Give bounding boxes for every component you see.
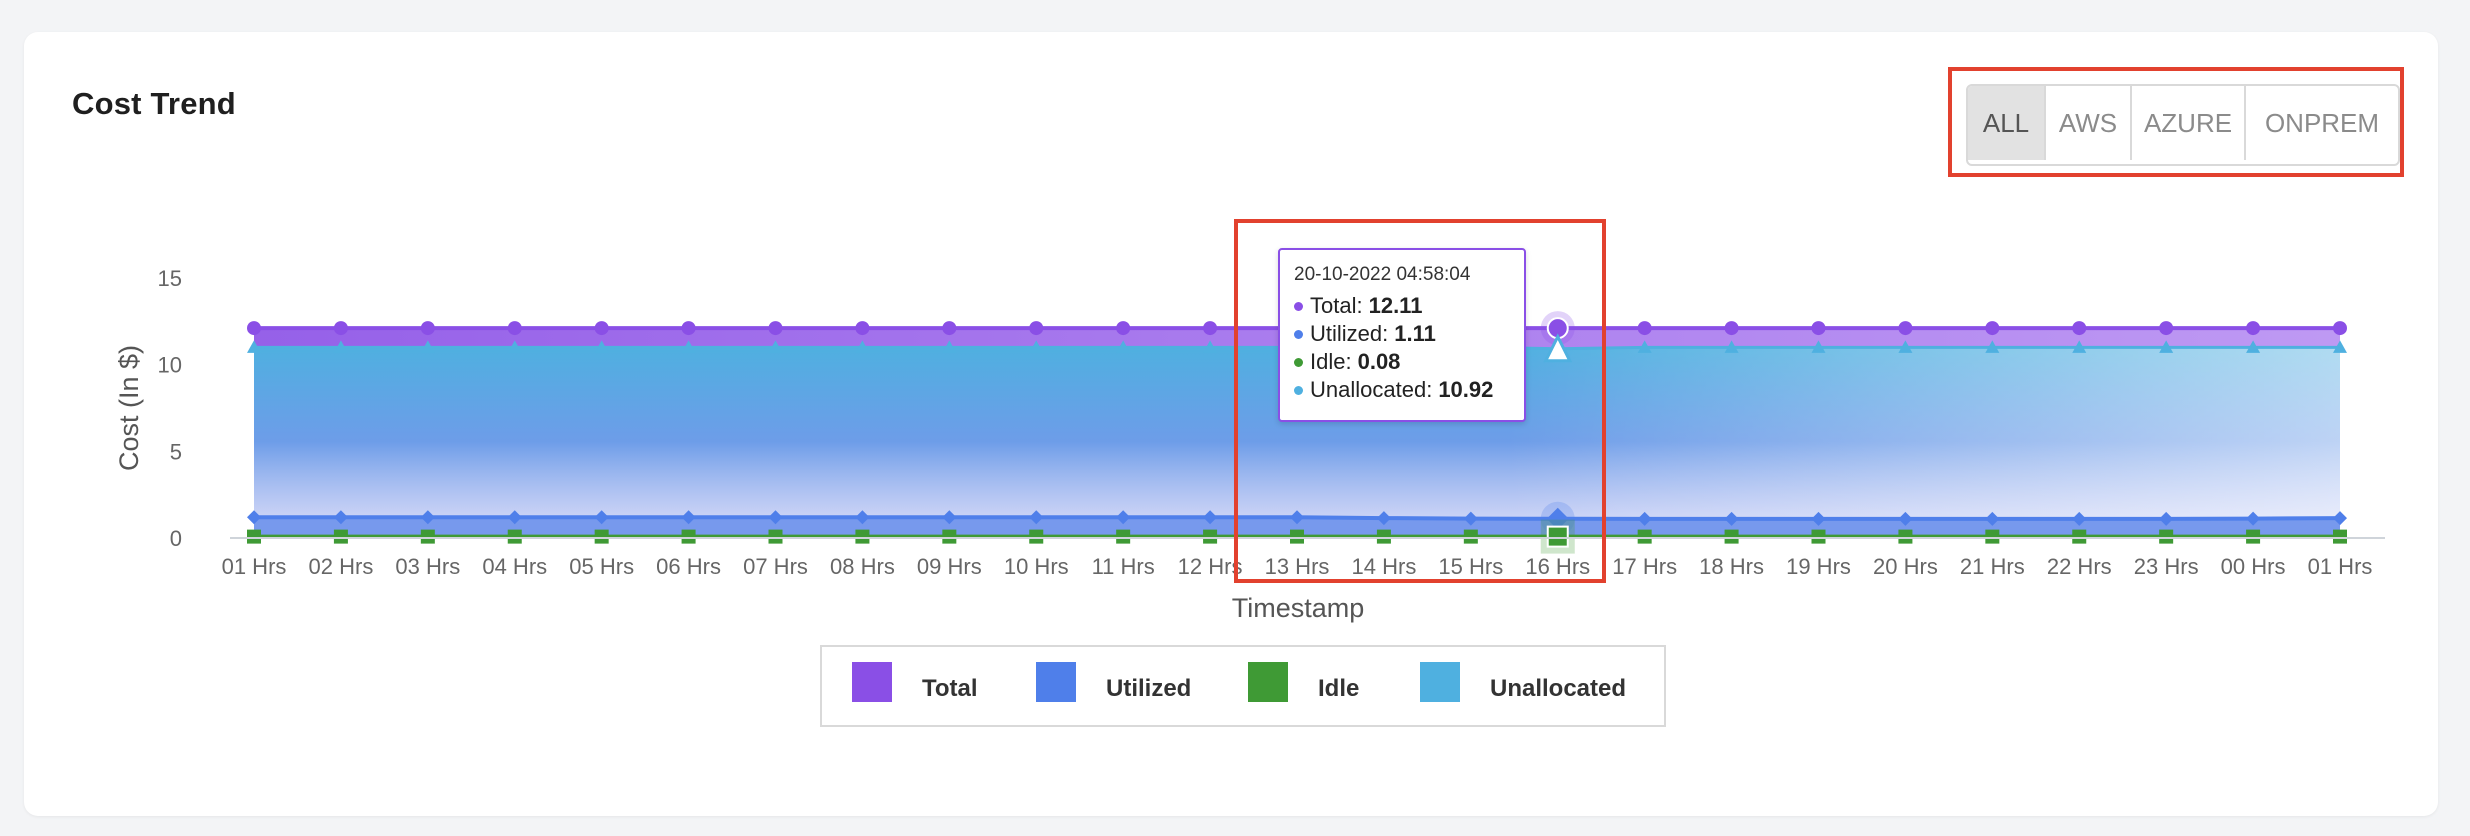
y-tick-label: 5 bbox=[170, 439, 182, 464]
tooltip-highlight-box bbox=[1234, 219, 1606, 583]
legend-label: Idle bbox=[1318, 675, 1360, 702]
utilized-swatch-icon bbox=[1036, 662, 1076, 702]
y-tick-label: 15 bbox=[158, 266, 182, 291]
total-point bbox=[1029, 321, 1044, 336]
total-point bbox=[333, 321, 348, 336]
total-point bbox=[942, 321, 957, 336]
legend-label: Utilized bbox=[1106, 675, 1192, 702]
x-tick-label: 18 Hrs bbox=[1699, 554, 1764, 579]
idle-point bbox=[2072, 529, 2087, 544]
legend-item-unallocated[interactable]: Unallocated bbox=[1420, 661, 1626, 703]
x-tick-label: 23 Hrs bbox=[2134, 554, 2199, 579]
idle-point bbox=[1898, 529, 1913, 544]
x-tick-label: 09 Hrs bbox=[917, 554, 982, 579]
y-axis: 0 5 10 15 bbox=[158, 266, 182, 551]
idle-point bbox=[1029, 529, 1044, 544]
x-tick-label: 11 Hrs bbox=[1092, 554, 1155, 579]
x-tick-label: 06 Hrs bbox=[656, 554, 721, 579]
legend-item-idle[interactable]: Idle bbox=[1248, 661, 1359, 703]
total-point bbox=[681, 321, 696, 336]
x-tick-label: 05 Hrs bbox=[569, 554, 634, 579]
total-point bbox=[1203, 321, 1218, 336]
idle-point bbox=[333, 529, 348, 544]
total-point bbox=[420, 321, 435, 336]
total-point bbox=[2333, 321, 2347, 336]
total-point bbox=[1898, 321, 1913, 336]
legend-label: Unallocated bbox=[1490, 675, 1627, 702]
x-tick-label: 12 Hrs bbox=[1178, 554, 1243, 579]
idle-point bbox=[1203, 529, 1218, 544]
idle-point bbox=[1637, 529, 1652, 544]
total-point bbox=[2246, 321, 2261, 336]
y-axis-title: Cost (In $) bbox=[114, 345, 144, 471]
x-tick-label: 22 Hrs bbox=[2047, 554, 2112, 579]
x-tick-label: 21 Hrs bbox=[1960, 554, 2025, 579]
total-point bbox=[2072, 321, 2087, 336]
y-tick-label: 10 bbox=[158, 353, 182, 378]
idle-point bbox=[594, 529, 609, 544]
idle-point bbox=[855, 529, 870, 544]
legend-item-total[interactable]: Total bbox=[852, 661, 978, 703]
idle-point bbox=[420, 529, 435, 544]
x-tick-label: 19 Hrs bbox=[1786, 554, 1851, 579]
y-tick-label: 0 bbox=[170, 526, 182, 551]
total-swatch-icon bbox=[852, 662, 892, 702]
x-tick-label: 03 Hrs bbox=[395, 554, 460, 579]
total-point bbox=[1724, 321, 1739, 336]
idle-point bbox=[1724, 529, 1739, 544]
x-tick-label: 10 Hrs bbox=[1004, 554, 1069, 579]
idle-point bbox=[1116, 529, 1131, 544]
x-axis-title: Timestamp bbox=[1232, 593, 1365, 623]
legend-label: Total bbox=[922, 675, 978, 702]
idle-point bbox=[681, 529, 696, 544]
legend-item-utilized[interactable]: Utilized bbox=[1036, 661, 1191, 703]
total-point bbox=[855, 321, 870, 336]
chart-legend: Total Utilized Idle Unallocated bbox=[820, 645, 1666, 727]
idle-point bbox=[768, 529, 783, 544]
x-tick-label: 20 Hrs bbox=[1873, 554, 1938, 579]
total-point bbox=[1811, 321, 1826, 336]
idle-point bbox=[247, 529, 261, 544]
idle-point bbox=[507, 529, 522, 544]
idle-point bbox=[2246, 529, 2261, 544]
unallocated-swatch-icon bbox=[1420, 662, 1460, 702]
idle-swatch-icon bbox=[1248, 662, 1288, 702]
total-point bbox=[768, 321, 783, 336]
x-tick-label: 07 Hrs bbox=[743, 554, 808, 579]
x-tick-label: 01 Hrs bbox=[222, 554, 287, 579]
total-point bbox=[594, 321, 609, 336]
total-point bbox=[247, 321, 261, 336]
x-tick-label: 04 Hrs bbox=[482, 554, 547, 579]
idle-point bbox=[942, 529, 957, 544]
total-point bbox=[1116, 321, 1131, 336]
total-point bbox=[1637, 321, 1652, 336]
x-tick-label: 00 Hrs bbox=[2221, 554, 2286, 579]
total-point bbox=[1985, 321, 2000, 336]
x-tick-label: 01 Hrs bbox=[2308, 554, 2373, 579]
total-point bbox=[507, 321, 522, 336]
total-point bbox=[2159, 321, 2174, 336]
idle-point bbox=[2159, 529, 2174, 544]
idle-point bbox=[1811, 529, 1826, 544]
idle-point bbox=[2333, 529, 2347, 544]
idle-point bbox=[1985, 529, 2000, 544]
x-tick-label: 02 Hrs bbox=[309, 554, 374, 579]
x-tick-label: 17 Hrs bbox=[1612, 554, 1677, 579]
x-tick-label: 08 Hrs bbox=[830, 554, 895, 579]
